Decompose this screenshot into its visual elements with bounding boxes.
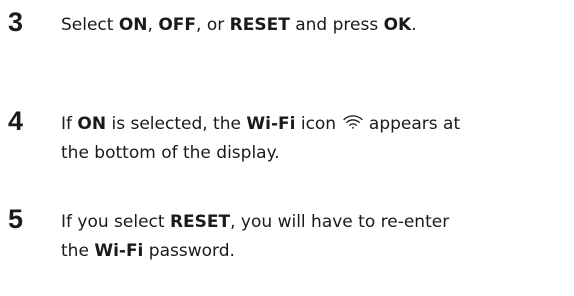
step-instruction: If you select RESET, you will have to re… xyxy=(61,208,561,266)
option-reset: RESET xyxy=(169,212,231,232)
text-segment: Select xyxy=(61,15,119,35)
option-on: ON xyxy=(77,114,107,134)
wifi-icon xyxy=(342,115,363,129)
text-segment: and press xyxy=(289,15,384,35)
text-segment: , you will have to re-enter xyxy=(230,212,450,232)
text-segment: the bottom of the display. xyxy=(61,143,280,163)
step-instruction: If ON is selected, the Wi-Fi icon appear… xyxy=(61,110,561,168)
step-number: 3 xyxy=(8,7,24,37)
text-segment: appears at xyxy=(363,114,461,134)
step-number: 4 xyxy=(8,106,24,136)
text-segment: If xyxy=(61,114,78,134)
text-segment: password. xyxy=(143,241,235,261)
option-reset: RESET xyxy=(229,15,290,35)
text-segment: If you select xyxy=(61,212,170,232)
text-segment: . xyxy=(411,15,417,35)
step-instruction: Select ON, OFF, or RESET and press OK. xyxy=(61,11,561,40)
text-segment: , xyxy=(147,15,159,35)
button-ok: OK xyxy=(383,15,412,35)
wifi-label: Wi-Fi xyxy=(94,241,144,261)
option-on: ON xyxy=(118,15,148,35)
step-number: 5 xyxy=(8,204,24,234)
text-segment: the xyxy=(61,241,95,261)
text-segment: icon xyxy=(295,114,342,134)
text-segment: , or xyxy=(196,15,230,35)
wifi-label: Wi-Fi xyxy=(246,114,296,134)
text-segment: is selected, the xyxy=(106,114,247,134)
option-off: OFF xyxy=(158,15,197,35)
